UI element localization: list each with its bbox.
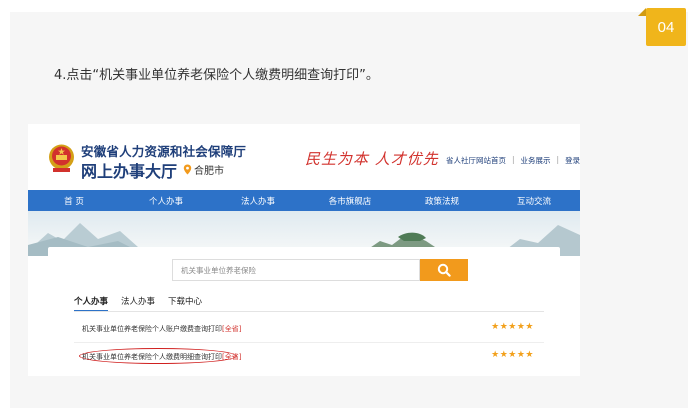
rating-stars: ★★★★★ (491, 322, 534, 332)
rating-stars: ★★★★★ (491, 350, 534, 360)
search-icon (437, 263, 451, 277)
website-screenshot: 安徽省人力资源和社会保障厅 网上办事大厅 合肥市 民生为本 人才优先 省人社厅网… (28, 124, 580, 376)
slogan: 民生为本 人才优先 (305, 150, 439, 168)
result-row[interactable]: 机关事业单位养老保险个人账户缴费查询打印[全省] ★★★★★ (74, 321, 544, 337)
location-selector[interactable]: 合肥市 (183, 162, 224, 177)
top-links: 省人社厅网站首页 | 业务展示 | 登录 | (446, 155, 580, 166)
top-link-login[interactable]: 登录 (565, 155, 580, 166)
service-panel: 机关事业单位养老保险 个人办事 法人办事 下载中心 机关事业单位养老保险个人账户… (48, 247, 560, 371)
site-header: 安徽省人力资源和社会保障厅 网上办事大厅 合肥市 民生为本 人才优先 省人社厅网… (28, 124, 580, 190)
nav-item-legal-entity[interactable]: 法人办事 (212, 190, 304, 211)
result-link[interactable]: 机关事业单位养老保险个人账户缴费查询打印[全省] (82, 324, 241, 334)
step-number-badge: 04 (638, 8, 686, 46)
tab-downloads[interactable]: 下载中心 (168, 295, 202, 312)
national-emblem-icon (49, 144, 74, 172)
page: { "step": { "number": "04", "instruction… (0, 0, 699, 418)
row-divider (74, 342, 544, 343)
location-label: 合肥市 (194, 166, 224, 177)
search-input-value: 机关事业单位养老保险 (181, 265, 256, 275)
top-link-business[interactable]: 业务展示 (521, 155, 551, 166)
nav-item-city-stores[interactable]: 各市旗舰店 (304, 190, 396, 211)
top-link-separator: | (512, 155, 515, 164)
tabs-divider (74, 311, 544, 312)
hall-name: 网上办事大厅 (81, 162, 178, 181)
top-link-home[interactable]: 省人社厅网站首页 (446, 155, 506, 166)
category-tabs: 个人办事 法人办事 下载中心 (74, 295, 202, 312)
search-input[interactable]: 机关事业单位养老保险 (172, 259, 420, 281)
search-button[interactable] (420, 259, 468, 281)
top-link-separator: | (556, 155, 560, 164)
highlight-oval (79, 348, 237, 364)
location-pin-icon (183, 164, 192, 175)
result-title: 机关事业单位养老保险个人账户缴费查询打印 (82, 325, 222, 333)
nav-item-interaction[interactable]: 互动交流 (488, 190, 580, 211)
tab-personal[interactable]: 个人办事 (74, 295, 109, 312)
result-scope-tag: [全省] (222, 325, 242, 333)
nav-item-home[interactable]: 首 页 (28, 190, 120, 211)
tab-legal-entity[interactable]: 法人办事 (121, 295, 155, 312)
step-instruction: 4.点击“机关事业单位养老保险个人缴费明细查询打印”。 (54, 68, 379, 83)
nav-item-policies[interactable]: 政策法规 (396, 190, 488, 211)
main-nav: 首 页 个人办事 法人办事 各市旗舰店 政策法规 互动交流 (28, 190, 580, 211)
nav-item-personal[interactable]: 个人办事 (120, 190, 212, 211)
